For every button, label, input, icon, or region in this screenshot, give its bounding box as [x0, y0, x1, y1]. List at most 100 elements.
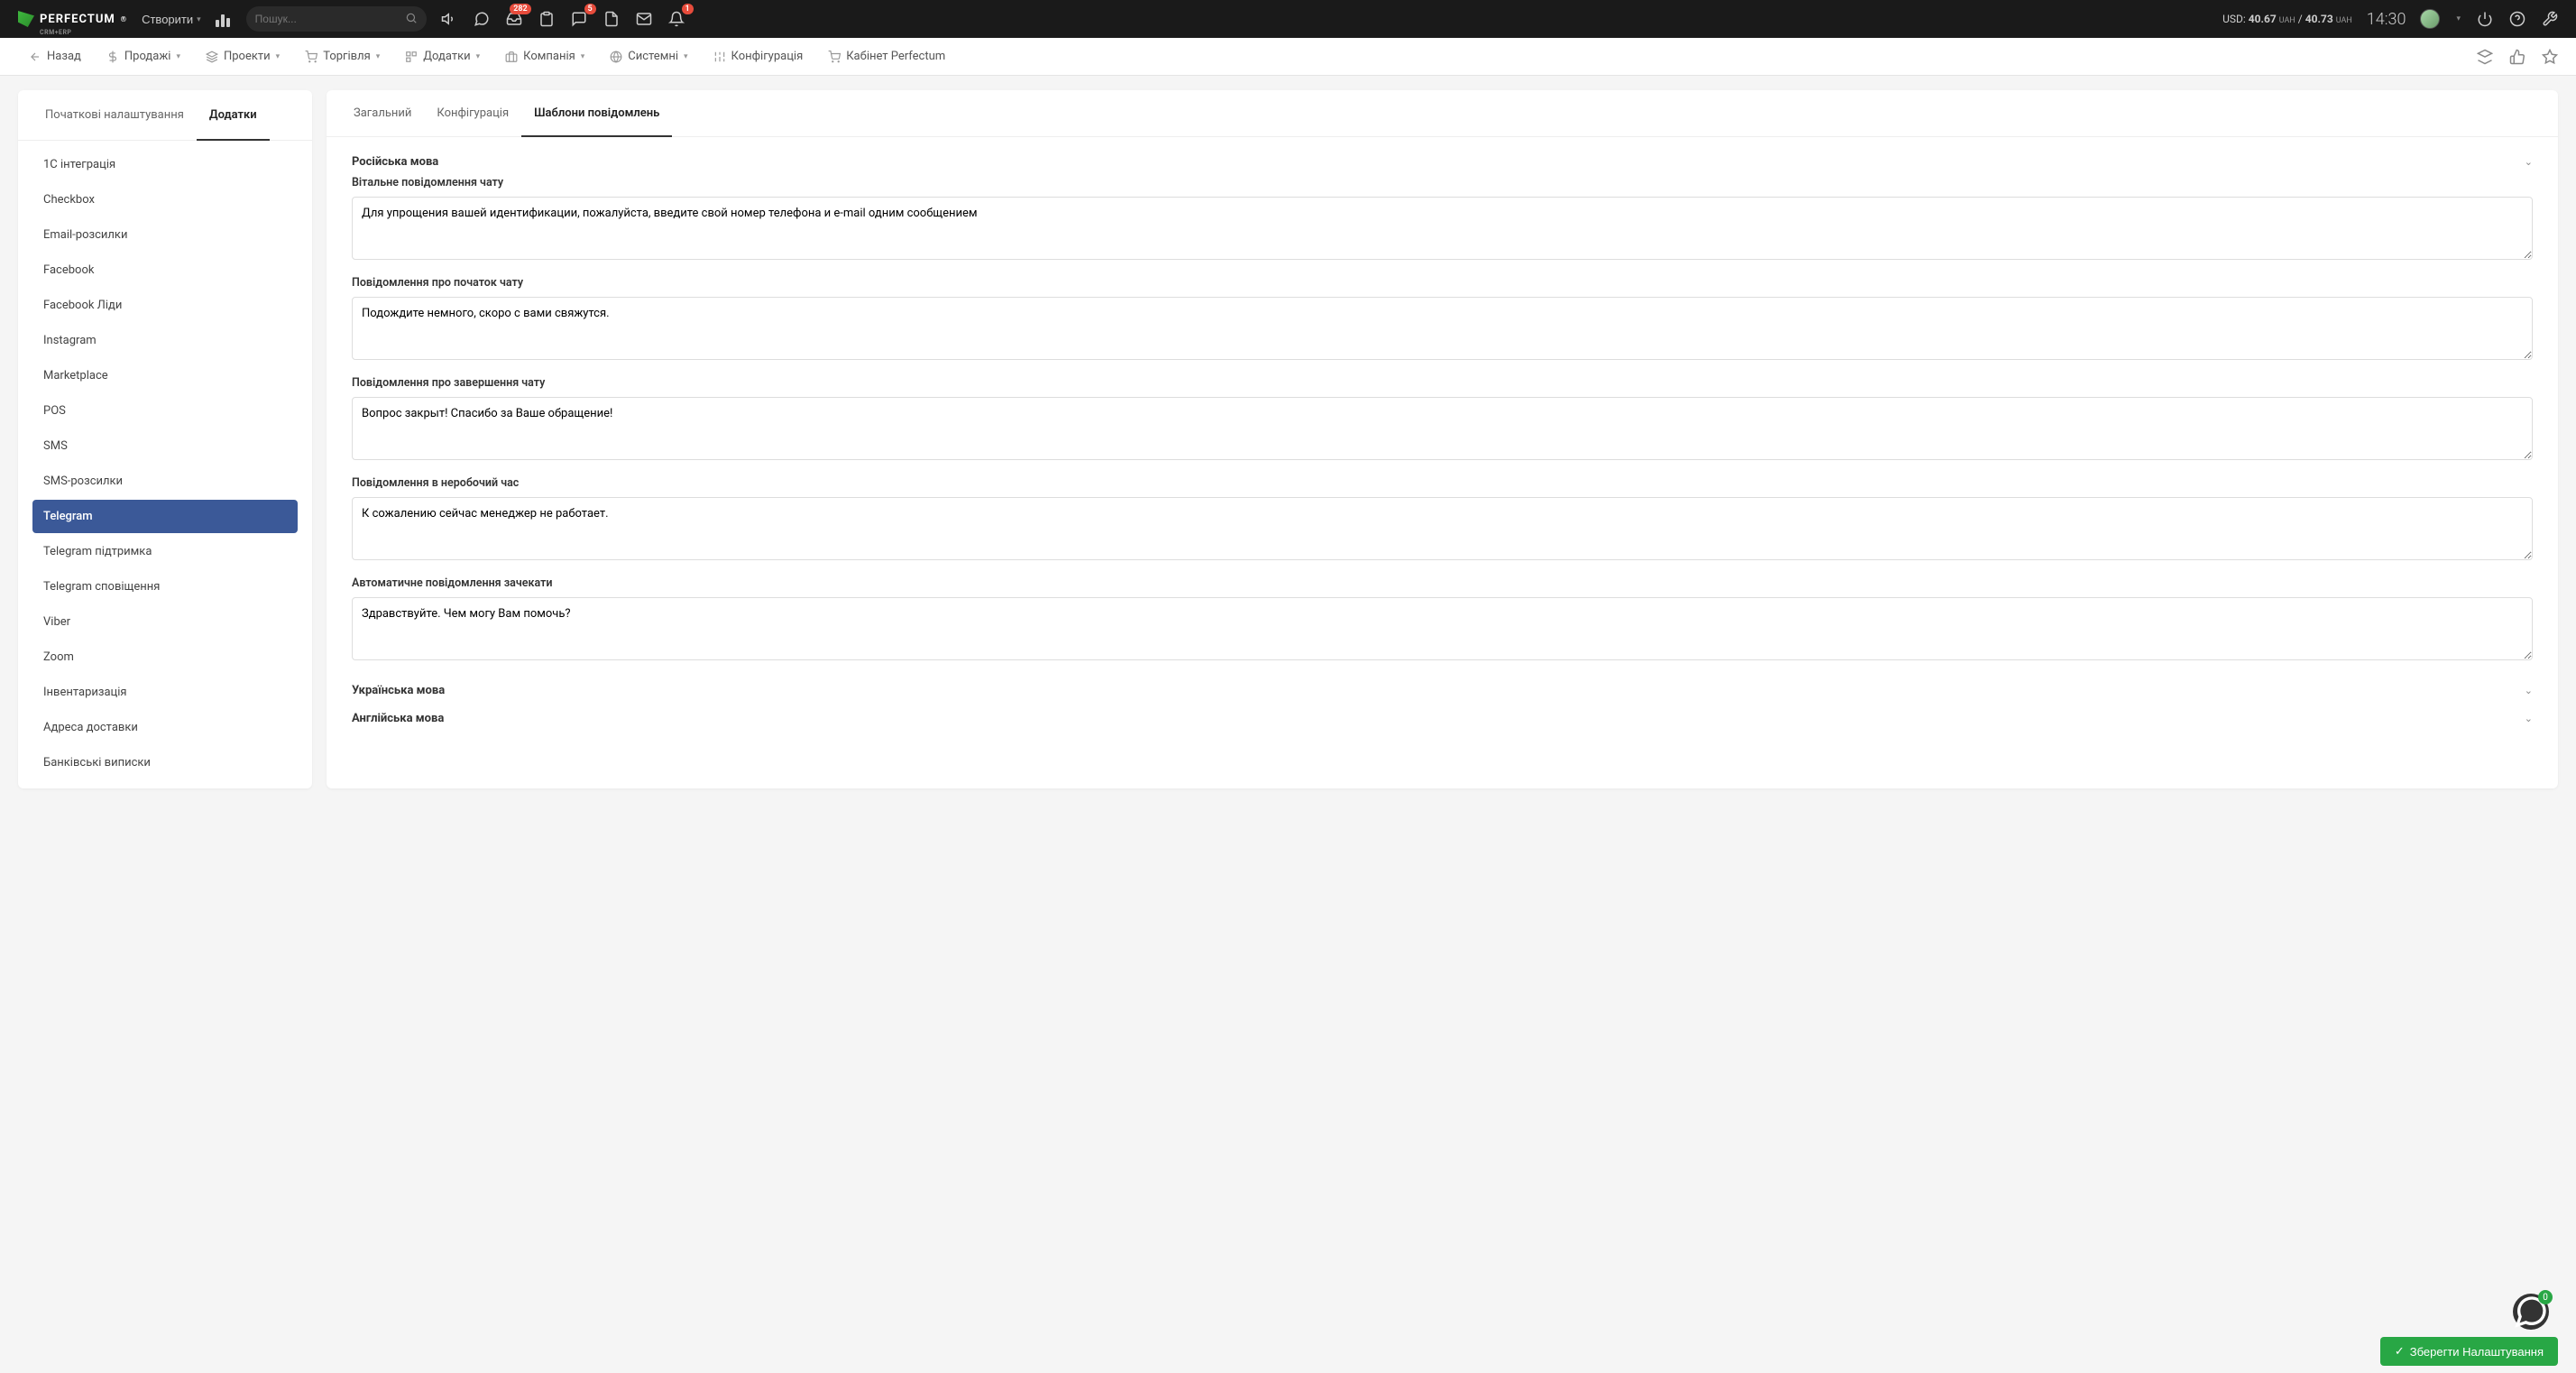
bell-badge: 1	[682, 4, 694, 14]
nav-right-icons	[2477, 49, 2558, 65]
nav-trade[interactable]: Торгівля▾	[294, 42, 391, 70]
field-wait-label: Автоматичне повідомлення зачекати	[352, 576, 2533, 590]
nav-back[interactable]: Назад	[18, 42, 92, 70]
stats-icon[interactable]	[216, 11, 232, 27]
sidebar-item[interactable]: Telegram сповіщення	[32, 570, 298, 604]
check-icon: ✓	[2395, 1344, 2405, 1359]
chat-icon[interactable]	[474, 11, 490, 27]
nav-projects[interactable]: Проекти▾	[195, 42, 290, 70]
chevron-down-icon: ⌄	[2525, 156, 2533, 168]
currency-display: USD: 40.67 UAH / 40.73 UAH	[2222, 13, 2352, 25]
file-icon[interactable]	[603, 11, 620, 27]
section-russian[interactable]: Російська мова ⌄	[352, 148, 2533, 176]
logo-subtitle: CRM+ERP	[40, 29, 71, 36]
main-card: Загальний Конфігурація Шаблони повідомле…	[327, 90, 2558, 788]
form-body: Російська мова ⌄ Вітальне повідомлення ч…	[327, 137, 2558, 751]
cart-icon	[305, 51, 317, 63]
top-icons-right: ▾	[2420, 9, 2558, 29]
search-input[interactable]	[255, 13, 400, 25]
sidebar-tab-addons[interactable]: Додатки	[197, 90, 270, 140]
field-offhours-input[interactable]	[352, 497, 2533, 560]
field-end-label: Повідомлення про завершення чату	[352, 376, 2533, 390]
sidebar-item[interactable]: Zoom	[32, 640, 298, 674]
sidebar-list: 1С інтеграціяCheckboxEmail-розсилкиFaceb…	[18, 141, 312, 788]
section-english[interactable]: Англійська мова ⌄	[352, 705, 2533, 733]
save-button[interactable]: ✓ Зберегти Налаштування	[2380, 1337, 2558, 1366]
sidebar-item[interactable]: Адреса доставки	[32, 711, 298, 744]
bell-icon[interactable]: 1	[668, 11, 685, 27]
search-input-wrap[interactable]	[246, 6, 427, 32]
sidebar-tabs: Початкові налаштування Додатки	[18, 90, 312, 141]
main-tabs: Загальний Конфігурація Шаблони повідомле…	[327, 90, 2558, 137]
wrench-icon[interactable]	[2542, 11, 2558, 27]
sidebar-item[interactable]: Telegram	[32, 500, 298, 533]
mail-icon[interactable]	[636, 11, 652, 27]
sidebar-item[interactable]: Інвентаризація	[32, 676, 298, 709]
sidebar-item[interactable]: Email-розсилки	[32, 218, 298, 252]
field-offhours-label: Повідомлення в неробочий час	[352, 476, 2533, 490]
sidebar-item[interactable]: Checkbox	[32, 183, 298, 217]
stack-icon[interactable]	[2477, 49, 2493, 65]
messages-icon[interactable]: 5	[571, 11, 587, 27]
field-welcome-input[interactable]	[352, 197, 2533, 260]
floating-chat-button[interactable]: 0	[2513, 1294, 2549, 1330]
sidebar-item[interactable]: Instagram	[32, 324, 298, 357]
chevron-down-icon: ▾	[197, 14, 201, 24]
field-wait-input[interactable]	[352, 597, 2533, 660]
sidebar-item[interactable]: Facebook Ліди	[32, 289, 298, 322]
sidebar-item[interactable]: POS	[32, 394, 298, 428]
nav-sales[interactable]: Продажі▾	[96, 42, 191, 70]
nav-company[interactable]: Компанія▾	[494, 42, 595, 70]
tab-general[interactable]: Загальний	[341, 90, 424, 136]
sidebar-item[interactable]: Банківські виписки	[32, 746, 298, 779]
tab-config[interactable]: Конфігурація	[424, 90, 521, 136]
sidebar-item[interactable]: Marketplace	[32, 359, 298, 392]
layers-icon	[206, 51, 218, 63]
shop-icon	[828, 51, 841, 63]
sidebar-item[interactable]: SMS	[32, 429, 298, 463]
nav-config[interactable]: Конфігурація	[703, 42, 814, 70]
navbar: Назад Продажі▾ Проекти▾ Торгівля▾ Додатк…	[0, 38, 2576, 76]
inbox-badge: 282	[510, 4, 530, 14]
inbox-icon[interactable]: 282	[506, 11, 522, 27]
volume-icon[interactable]	[441, 11, 457, 27]
puzzle-icon	[405, 51, 418, 63]
section-english-title: Англійська мова	[352, 712, 444, 725]
clock: 14:30	[2367, 10, 2406, 29]
chevron-down-icon: ⌄	[2525, 685, 2533, 696]
field-end: Повідомлення про завершення чату	[352, 376, 2533, 464]
arrow-left-icon	[29, 51, 41, 63]
logo-text: PERFECTUM	[40, 13, 115, 26]
field-start-input[interactable]	[352, 297, 2533, 360]
user-chevron-icon[interactable]: ▾	[2456, 14, 2461, 23]
thumbs-up-icon[interactable]	[2509, 49, 2525, 65]
tab-templates[interactable]: Шаблони повідомлень	[521, 90, 672, 136]
chevron-down-icon: ⌄	[2525, 713, 2533, 724]
section-ukrainian[interactable]: Українська мова ⌄	[352, 677, 2533, 705]
create-button[interactable]: Створити ▾	[142, 13, 201, 26]
sidebar-tab-initial[interactable]: Початкові налаштування	[32, 90, 197, 140]
clipboard-icon[interactable]	[538, 11, 555, 27]
field-start: Повідомлення про початок чату	[352, 276, 2533, 364]
nav-cabinet[interactable]: Кабінет Perfectum	[817, 42, 956, 70]
help-icon[interactable]	[2509, 11, 2525, 27]
sidebar-item[interactable]: Telegram підтримка	[32, 535, 298, 568]
globe-icon	[610, 51, 622, 63]
section-russian-title: Російська мова	[352, 155, 438, 169]
power-icon[interactable]	[2477, 11, 2493, 27]
star-icon[interactable]	[2542, 49, 2558, 65]
sidebar: Початкові налаштування Додатки 1С інтегр…	[18, 90, 312, 788]
nav-system[interactable]: Системні▾	[599, 42, 698, 70]
sidebar-item[interactable]: SMS-розсилки	[32, 465, 298, 498]
dollar-icon	[106, 51, 119, 63]
sidebar-item[interactable]: Facebook	[32, 253, 298, 287]
messages-badge: 5	[584, 4, 596, 14]
sidebar-item[interactable]: Viber	[32, 605, 298, 639]
field-end-input[interactable]	[352, 397, 2533, 460]
sidebar-item[interactable]: 1С інтеграція	[32, 148, 298, 181]
sliders-icon	[713, 51, 726, 63]
avatar[interactable]	[2420, 9, 2440, 29]
section-ukrainian-title: Українська мова	[352, 684, 445, 697]
nav-addons[interactable]: Додатки▾	[394, 42, 491, 70]
logo[interactable]: PERFECTUM ® CRM+ERP	[18, 11, 127, 27]
